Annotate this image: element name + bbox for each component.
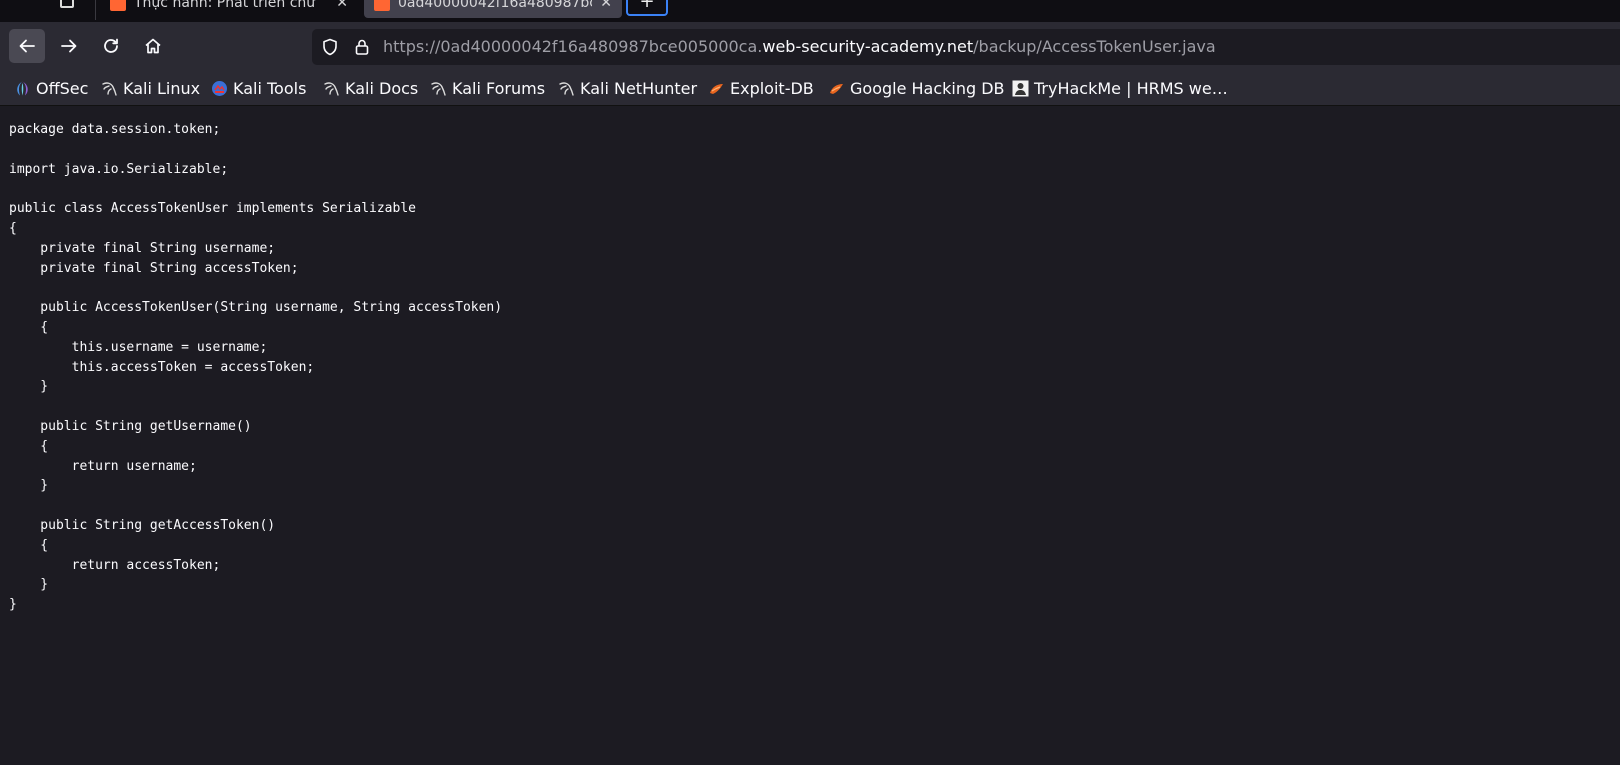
page-content: package data.session.token; import java.… [0,106,1620,765]
bookmark-label: Kali Linux [123,79,201,98]
code-line: return username; [9,458,197,474]
portswigger-favicon-icon [110,0,126,11]
bookmark-tryhackme[interactable]: TryHackMe | HRMS we… [1012,72,1228,105]
bookmarks-toolbar: OffSec Kali Linux Kali Tools Kali Docs K… [0,72,1620,106]
code-line: public AccessTokenUser(String username, … [9,300,503,316]
code-line: { [9,319,49,335]
tab-practice[interactable]: Thực hành: Phát triển chứ ✕ [100,0,358,18]
code-line: package data.session.token; [9,122,221,137]
forward-button[interactable] [51,29,87,63]
code-line: { [9,537,49,553]
code-line: } [9,478,49,494]
kali-icon [102,82,117,96]
bookmark-label: Kali NetHunter [580,79,698,98]
code-line: this.accessToken = accessToken; [9,359,315,375]
bookmark-kali-nethunter[interactable]: Kali NetHunter [558,72,697,105]
code-line: private final String username; [9,240,276,256]
kali-tools-icon [212,81,227,96]
bookmark-label: Kali Docs [345,79,419,98]
tab-title: Thực hành: Phát triển chứ [134,0,316,11]
bookmark-label: OffSec [36,79,89,98]
tryhackme-icon [1012,80,1029,97]
code-line: { [9,220,17,236]
bookmark-google-hacking-db[interactable]: Google Hacking DB [828,72,1005,105]
java-source-code: package data.session.token; import java.… [0,106,1620,615]
bookmark-kali-docs[interactable]: Kali Docs [323,72,418,105]
code-line: public class AccessTokenUser implements … [9,201,416,217]
tab-title: 0ad40000042f16a480987bce005000ca [398,0,592,11]
bookmark-label: Exploit-DB [730,79,814,98]
bookmark-offsec[interactable]: OffSec [14,72,88,105]
tracking-protection-shield-icon[interactable] [320,37,340,57]
code-line: this.username = username; [9,339,268,355]
url-text[interactable]: https://0ad40000042f16a480987bce005000ca… [383,29,1216,65]
close-tab-icon[interactable]: ✕ [600,0,612,11]
home-icon [145,38,161,54]
code-line: private final String accessToken; [9,260,299,276]
tab-overview-icon[interactable] [60,0,74,8]
bookmark-exploit-db[interactable]: Exploit-DB [708,72,814,105]
home-button[interactable] [135,29,171,63]
code-line: } [9,577,49,593]
address-bar[interactable]: https://0ad40000042f16a480987bce005000ca… [312,29,1620,65]
portswigger-favicon-icon [374,0,390,11]
code-line: public String getUsername() [9,418,252,434]
url-path: /backup/AccessTokenUser.java [973,37,1216,56]
tab-separator [95,0,96,20]
bookmark-label: Google Hacking DB [850,79,1005,98]
back-arrow-icon [19,39,35,53]
close-tab-icon[interactable]: ✕ [336,0,348,11]
exploit-db-icon [830,84,843,94]
lock-icon[interactable] [352,37,372,57]
navigation-toolbar: https://0ad40000042f16a480987bce005000ca… [0,22,1620,72]
back-button[interactable] [9,29,45,63]
url-host: web-security-academy.net [762,37,974,56]
forward-arrow-icon [61,39,77,53]
code-line: public String getAccessToken() [9,517,276,533]
code-line: return accessToken; [9,557,221,573]
tab-active[interactable]: 0ad40000042f16a480987bce005000ca ✕ [364,0,622,18]
exploit-db-icon [710,84,723,94]
kali-icon [559,82,574,96]
bookmark-label: Kali Forums [452,79,546,98]
offsec-icon [17,81,28,96]
reload-button[interactable] [93,29,129,63]
kali-icon [324,82,339,96]
reload-icon [104,38,118,53]
bookmark-kali-linux[interactable]: Kali Linux [101,72,200,105]
bookmark-label: Kali Tools [233,79,307,98]
bookmark-kali-forums[interactable]: Kali Forums [430,72,545,105]
code-line: import java.io.Serializable; [9,161,229,177]
bookmark-label: TryHackMe | HRMS we… [1034,79,1228,98]
new-tab-button[interactable]: + [626,0,668,16]
code-line: { [9,438,49,454]
code-line: } [9,597,17,613]
kali-icon [431,82,446,96]
url-prefix: https://0ad40000042f16a480987bce005000ca… [383,37,763,56]
code-line: } [9,379,49,395]
bookmark-kali-tools[interactable]: Kali Tools [211,72,306,105]
tab-bar: Thực hành: Phát triển chứ ✕ 0ad40000042f… [0,0,1620,22]
